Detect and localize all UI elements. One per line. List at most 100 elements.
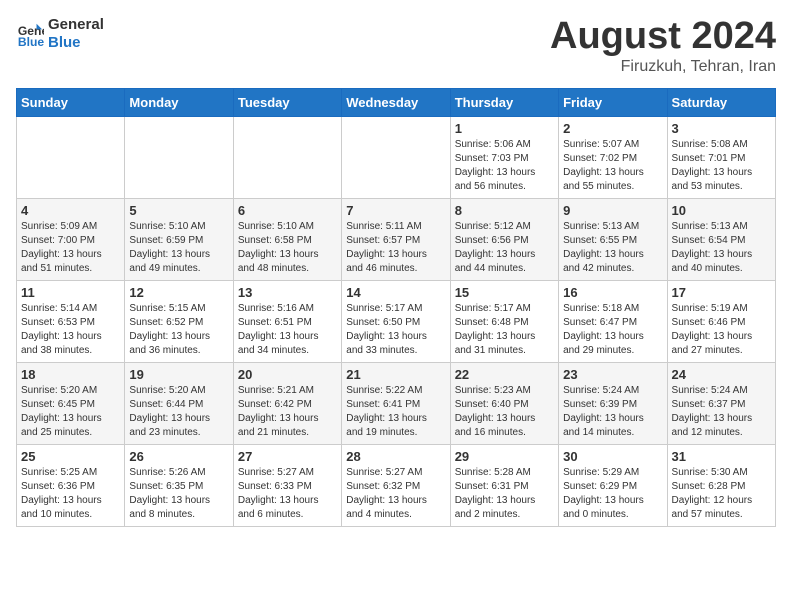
day-number: 8 [455, 203, 554, 218]
calendar-day-cell [342, 116, 450, 198]
calendar-day-cell: 6 Sunrise: 5:10 AMSunset: 6:58 PMDaylight… [233, 198, 341, 280]
weekday-header: Monday [125, 88, 233, 116]
calendar-day-cell: 29 Sunrise: 5:28 AMSunset: 6:31 PMDayligh… [450, 444, 558, 526]
calendar-week-row: 25Sunrise: 5:25 AMSunset: 6:36 PMDayligh… [17, 444, 776, 526]
day-detail: Sunrise: 5:30 AMSunset: 6:28 PMDaylight:… [672, 466, 771, 522]
day-detail: Sunrise: 5:29 AMSunset: 6:29 PMDaylight:… [563, 466, 662, 522]
calendar-day-cell: 4 Sunrise: 5:09 AMSunset: 7:00 PMDaylight… [17, 198, 125, 280]
calendar-day-cell: 26 Sunrise: 5:26 AMSunset: 6:35 PMDayligh… [125, 444, 233, 526]
logo-blue: Blue [48, 34, 104, 52]
day-number: 21 [346, 367, 445, 382]
day-number: 18 [21, 367, 120, 382]
calendar-week-row: 1 Sunrise: 5:06 AMSunset: 7:03 PMDaylight… [17, 116, 776, 198]
day-detail: Sunrise: 5:13 AMSunset: 6:55 PMDaylight:… [563, 220, 662, 276]
day-detail: Sunrise: 5:24 AMSunset: 6:39 PMDaylight:… [563, 384, 662, 440]
calendar-day-cell: 5Sunrise: 5:10 AMSunset: 6:59 PMDaylight… [125, 198, 233, 280]
day-number: 22 [455, 367, 554, 382]
day-detail: Sunrise: 5:07 AMSunset: 7:02 PMDaylight:… [563, 138, 662, 194]
calendar-day-cell: 31Sunrise: 5:30 AMSunset: 6:28 PMDayligh… [667, 444, 775, 526]
calendar-day-cell: 24Sunrise: 5:24 AMSunset: 6:37 PMDayligh… [667, 362, 775, 444]
day-detail: Sunrise: 5:17 AMSunset: 6:50 PMDaylight:… [346, 302, 445, 358]
calendar-week-row: 18 Sunrise: 5:20 AMSunset: 6:45 PMDayligh… [17, 362, 776, 444]
day-detail: Sunrise: 5:18 AMSunset: 6:47 PMDaylight:… [563, 302, 662, 358]
calendar-subtitle: Firuzkuh, Tehran, Iran [550, 58, 776, 76]
day-number: 17 [672, 285, 771, 300]
calendar-day-cell: 30 Sunrise: 5:29 AMSunset: 6:29 PMDayligh… [559, 444, 667, 526]
weekday-header: Saturday [667, 88, 775, 116]
page-header: General Blue General Blue August 2024 Fi… [16, 16, 776, 76]
day-number: 6 [238, 203, 337, 218]
day-number: 5 [129, 203, 228, 218]
calendar-day-cell: 2 Sunrise: 5:07 AMSunset: 7:02 PMDaylight… [559, 116, 667, 198]
calendar-day-cell: 21 Sunrise: 5:22 AMSunset: 6:41 PMDayligh… [342, 362, 450, 444]
day-detail: Sunrise: 5:20 AMSunset: 6:45 PMDaylight:… [21, 384, 120, 440]
day-detail: Sunrise: 5:12 AMSunset: 6:56 PMDaylight:… [455, 220, 554, 276]
day-number: 16 [563, 285, 662, 300]
calendar-day-cell: 7 Sunrise: 5:11 AMSunset: 6:57 PMDaylight… [342, 198, 450, 280]
calendar-day-cell: 22 Sunrise: 5:23 AMSunset: 6:40 PMDayligh… [450, 362, 558, 444]
calendar-day-cell: 13 Sunrise: 5:16 AMSunset: 6:51 PMDayligh… [233, 280, 341, 362]
day-number: 4 [21, 203, 120, 218]
day-number: 10 [672, 203, 771, 218]
weekday-header: Thursday [450, 88, 558, 116]
calendar-day-cell: 9 Sunrise: 5:13 AMSunset: 6:55 PMDaylight… [559, 198, 667, 280]
calendar-day-cell: 1 Sunrise: 5:06 AMSunset: 7:03 PMDaylight… [450, 116, 558, 198]
day-number: 1 [455, 121, 554, 136]
calendar-day-cell: 18 Sunrise: 5:20 AMSunset: 6:45 PMDayligh… [17, 362, 125, 444]
calendar-day-cell: 15 Sunrise: 5:17 AMSunset: 6:48 PMDayligh… [450, 280, 558, 362]
day-detail: Sunrise: 5:26 AMSunset: 6:35 PMDaylight:… [129, 466, 228, 522]
calendar-week-row: 4 Sunrise: 5:09 AMSunset: 7:00 PMDaylight… [17, 198, 776, 280]
day-detail: Sunrise: 5:27 AMSunset: 6:32 PMDaylight:… [346, 466, 445, 522]
weekday-header-row: SundayMondayTuesdayWednesdayThursdayFrid… [17, 88, 776, 116]
calendar-day-cell: 10 Sunrise: 5:13 AMSunset: 6:54 PMDayligh… [667, 198, 775, 280]
calendar-day-cell: 19Sunrise: 5:20 AMSunset: 6:44 PMDayligh… [125, 362, 233, 444]
calendar-day-cell: 12Sunrise: 5:15 AMSunset: 6:52 PMDayligh… [125, 280, 233, 362]
day-number: 25 [21, 449, 120, 464]
weekday-header: Sunday [17, 88, 125, 116]
day-detail: Sunrise: 5:19 AMSunset: 6:46 PMDaylight:… [672, 302, 771, 358]
day-number: 23 [563, 367, 662, 382]
day-number: 27 [238, 449, 337, 464]
day-detail: Sunrise: 5:28 AMSunset: 6:31 PMDaylight:… [455, 466, 554, 522]
day-detail: Sunrise: 5:11 AMSunset: 6:57 PMDaylight:… [346, 220, 445, 276]
day-number: 24 [672, 367, 771, 382]
svg-text:Blue: Blue [18, 35, 44, 48]
calendar-day-cell [125, 116, 233, 198]
calendar-day-cell: 28Sunrise: 5:27 AMSunset: 6:32 PMDayligh… [342, 444, 450, 526]
day-detail: Sunrise: 5:06 AMSunset: 7:03 PMDaylight:… [455, 138, 554, 194]
day-number: 2 [563, 121, 662, 136]
day-number: 30 [563, 449, 662, 464]
day-number: 29 [455, 449, 554, 464]
logo-general: General [48, 16, 104, 34]
day-detail: Sunrise: 5:14 AMSunset: 6:53 PMDaylight:… [21, 302, 120, 358]
day-detail: Sunrise: 5:13 AMSunset: 6:54 PMDaylight:… [672, 220, 771, 276]
day-number: 7 [346, 203, 445, 218]
logo-icon: General Blue [16, 20, 44, 48]
calendar-day-cell [17, 116, 125, 198]
day-detail: Sunrise: 5:15 AMSunset: 6:52 PMDaylight:… [129, 302, 228, 358]
day-number: 13 [238, 285, 337, 300]
day-number: 26 [129, 449, 228, 464]
day-number: 9 [563, 203, 662, 218]
day-detail: Sunrise: 5:22 AMSunset: 6:41 PMDaylight:… [346, 384, 445, 440]
day-detail: Sunrise: 5:10 AMSunset: 6:58 PMDaylight:… [238, 220, 337, 276]
calendar-title: August 2024 [550, 16, 776, 58]
calendar-day-cell: 27Sunrise: 5:27 AMSunset: 6:33 PMDayligh… [233, 444, 341, 526]
calendar-day-cell: 8 Sunrise: 5:12 AMSunset: 6:56 PMDaylight… [450, 198, 558, 280]
day-detail: Sunrise: 5:17 AMSunset: 6:48 PMDaylight:… [455, 302, 554, 358]
day-detail: Sunrise: 5:23 AMSunset: 6:40 PMDaylight:… [455, 384, 554, 440]
calendar-day-cell: 25Sunrise: 5:25 AMSunset: 6:36 PMDayligh… [17, 444, 125, 526]
calendar-day-cell: 23 Sunrise: 5:24 AMSunset: 6:39 PMDayligh… [559, 362, 667, 444]
day-number: 20 [238, 367, 337, 382]
calendar-table: SundayMondayTuesdayWednesdayThursdayFrid… [16, 88, 776, 527]
day-number: 19 [129, 367, 228, 382]
calendar-day-cell: 16 Sunrise: 5:18 AMSunset: 6:47 PMDayligh… [559, 280, 667, 362]
day-detail: Sunrise: 5:09 AMSunset: 7:00 PMDaylight:… [21, 220, 120, 276]
day-number: 15 [455, 285, 554, 300]
day-detail: Sunrise: 5:16 AMSunset: 6:51 PMDaylight:… [238, 302, 337, 358]
weekday-header: Wednesday [342, 88, 450, 116]
day-number: 3 [672, 121, 771, 136]
day-number: 11 [21, 285, 120, 300]
calendar-week-row: 11 Sunrise: 5:14 AMSunset: 6:53 PMDayligh… [17, 280, 776, 362]
calendar-day-cell: 17 Sunrise: 5:19 AMSunset: 6:46 PMDayligh… [667, 280, 775, 362]
